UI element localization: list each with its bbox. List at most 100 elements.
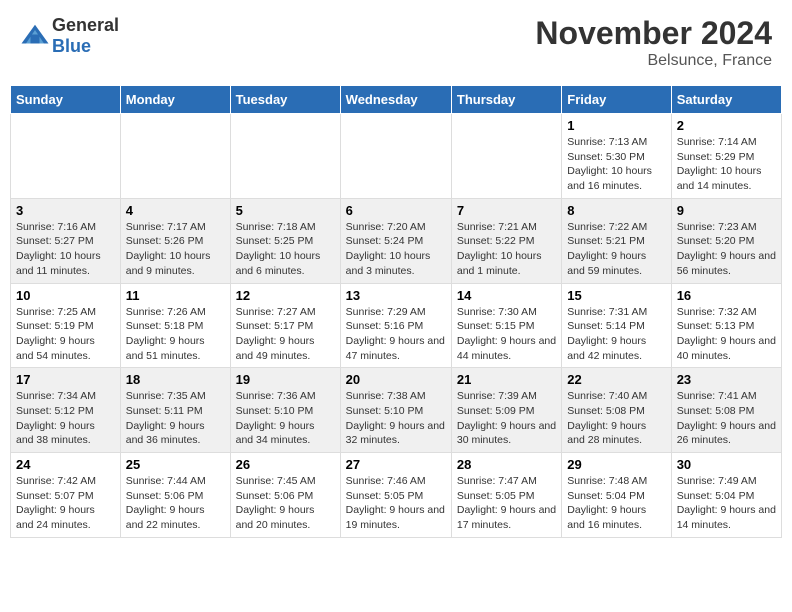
calendar-day-cell: 29Sunrise: 7:48 AM Sunset: 5:04 PM Dayli… — [562, 453, 671, 538]
day-number: 7 — [457, 203, 556, 218]
calendar-week-row: 10Sunrise: 7:25 AM Sunset: 5:19 PM Dayli… — [11, 283, 782, 368]
day-number: 25 — [126, 457, 225, 472]
day-number: 6 — [346, 203, 446, 218]
calendar-day-header: Tuesday — [230, 86, 340, 114]
day-number: 20 — [346, 372, 446, 387]
calendar-day-header: Monday — [120, 86, 230, 114]
day-info: Sunrise: 7:49 AM Sunset: 5:04 PM Dayligh… — [677, 474, 776, 533]
day-info: Sunrise: 7:46 AM Sunset: 5:05 PM Dayligh… — [346, 474, 446, 533]
calendar-day-cell: 26Sunrise: 7:45 AM Sunset: 5:06 PM Dayli… — [230, 453, 340, 538]
day-number: 13 — [346, 288, 446, 303]
calendar-day-header: Friday — [562, 86, 671, 114]
calendar-week-row: 17 Sunrise: 7:34 AM Sunset: 5:12 PM Dayli… — [11, 368, 782, 453]
day-info: Sunrise: 7:41 AM Sunset: 5:08 PM Dayligh… — [677, 389, 776, 448]
calendar-day-cell: 25Sunrise: 7:44 AM Sunset: 5:06 PM Dayli… — [120, 453, 230, 538]
day-number: 4 — [126, 203, 225, 218]
day-number: 15 — [567, 288, 665, 303]
calendar-day-cell: 10Sunrise: 7:25 AM Sunset: 5:19 PM Dayli… — [11, 283, 121, 368]
day-number: 22 — [567, 372, 665, 387]
day-info: Sunrise: 7:34 AM Sunset: 5:12 PM Dayligh… — [16, 389, 115, 448]
logo-icon — [20, 21, 50, 51]
day-number: 30 — [677, 457, 776, 472]
day-info: Sunrise: 7:45 AM Sunset: 5:06 PM Dayligh… — [236, 474, 335, 533]
calendar-day-cell: 11Sunrise: 7:26 AM Sunset: 5:18 PM Dayli… — [120, 283, 230, 368]
calendar-day-cell: 17 Sunrise: 7:34 AM Sunset: 5:12 PM Dayli… — [11, 368, 121, 453]
calendar-day-cell: 3 Sunrise: 7:16 AM Sunset: 5:27 PM Daylig… — [11, 198, 121, 283]
calendar-day-cell: 14Sunrise: 7:30 AM Sunset: 5:15 PM Dayli… — [451, 283, 561, 368]
calendar-day-header: Saturday — [671, 86, 781, 114]
day-number: 17 — [16, 372, 115, 387]
calendar-day-cell: 23 Sunrise: 7:41 AM Sunset: 5:08 PM Dayli… — [671, 368, 781, 453]
calendar-day-cell: 20 Sunrise: 7:38 AM Sunset: 5:10 PM Dayli… — [340, 368, 451, 453]
calendar-day-cell — [120, 114, 230, 199]
day-number: 27 — [346, 457, 446, 472]
logo-blue-text: Blue — [52, 36, 91, 56]
day-info: Sunrise: 7:25 AM Sunset: 5:19 PM Dayligh… — [16, 305, 115, 364]
day-number: 18 — [126, 372, 225, 387]
day-number: 1 — [567, 118, 665, 133]
day-info: Sunrise: 7:38 AM Sunset: 5:10 PM Dayligh… — [346, 389, 446, 448]
day-info: Sunrise: 7:22 AM Sunset: 5:21 PM Dayligh… — [567, 220, 665, 279]
calendar-day-cell: 7 Sunrise: 7:21 AM Sunset: 5:22 PM Daylig… — [451, 198, 561, 283]
day-number: 14 — [457, 288, 556, 303]
calendar-day-cell: 8 Sunrise: 7:22 AM Sunset: 5:21 PM Daylig… — [562, 198, 671, 283]
day-info: Sunrise: 7:39 AM Sunset: 5:09 PM Dayligh… — [457, 389, 556, 448]
day-info: Sunrise: 7:48 AM Sunset: 5:04 PM Dayligh… — [567, 474, 665, 533]
day-number: 8 — [567, 203, 665, 218]
day-number: 24 — [16, 457, 115, 472]
day-info: Sunrise: 7:27 AM Sunset: 5:17 PM Dayligh… — [236, 305, 335, 364]
calendar-day-cell: 15 Sunrise: 7:31 AM Sunset: 5:14 PM Dayli… — [562, 283, 671, 368]
day-number: 5 — [236, 203, 335, 218]
day-info: Sunrise: 7:29 AM Sunset: 5:16 PM Dayligh… — [346, 305, 446, 364]
day-number: 23 — [677, 372, 776, 387]
day-info: Sunrise: 7:23 AM Sunset: 5:20 PM Dayligh… — [677, 220, 776, 279]
calendar-day-cell: 27 Sunrise: 7:46 AM Sunset: 5:05 PM Dayli… — [340, 453, 451, 538]
calendar-day-cell: 21 Sunrise: 7:39 AM Sunset: 5:09 PM Dayli… — [451, 368, 561, 453]
day-number: 3 — [16, 203, 115, 218]
calendar-day-cell: 24 Sunrise: 7:42 AM Sunset: 5:07 PM Dayli… — [11, 453, 121, 538]
calendar-day-header: Thursday — [451, 86, 561, 114]
calendar-day-cell: 12 Sunrise: 7:27 AM Sunset: 5:17 PM Dayli… — [230, 283, 340, 368]
day-info: Sunrise: 7:42 AM Sunset: 5:07 PM Dayligh… — [16, 474, 115, 533]
calendar-day-cell: 18Sunrise: 7:35 AM Sunset: 5:11 PM Dayli… — [120, 368, 230, 453]
logo: General Blue — [20, 15, 119, 57]
page-header: General Blue November 2024 Belsunce, Fra… — [10, 10, 782, 75]
day-number: 11 — [126, 288, 225, 303]
calendar-day-cell — [451, 114, 561, 199]
calendar-week-row: 3 Sunrise: 7:16 AM Sunset: 5:27 PM Daylig… — [11, 198, 782, 283]
calendar-week-row: 24 Sunrise: 7:42 AM Sunset: 5:07 PM Dayli… — [11, 453, 782, 538]
day-info: Sunrise: 7:47 AM Sunset: 5:05 PM Dayligh… — [457, 474, 556, 533]
calendar-day-cell: 1Sunrise: 7:13 AM Sunset: 5:30 PM Daylig… — [562, 114, 671, 199]
day-info: Sunrise: 7:32 AM Sunset: 5:13 PM Dayligh… — [677, 305, 776, 364]
day-number: 28 — [457, 457, 556, 472]
calendar-table: SundayMondayTuesdayWednesdayThursdayFrid… — [10, 85, 782, 538]
day-number: 21 — [457, 372, 556, 387]
calendar-day-cell: 4Sunrise: 7:17 AM Sunset: 5:26 PM Daylig… — [120, 198, 230, 283]
month-title: November 2024 — [535, 15, 772, 52]
calendar-day-cell: 16 Sunrise: 7:32 AM Sunset: 5:13 PM Dayli… — [671, 283, 781, 368]
day-number: 16 — [677, 288, 776, 303]
calendar-day-cell: 2Sunrise: 7:14 AM Sunset: 5:29 PM Daylig… — [671, 114, 781, 199]
day-info: Sunrise: 7:18 AM Sunset: 5:25 PM Dayligh… — [236, 220, 335, 279]
calendar-day-cell — [340, 114, 451, 199]
calendar-day-header: Wednesday — [340, 86, 451, 114]
calendar-day-cell: 28 Sunrise: 7:47 AM Sunset: 5:05 PM Dayli… — [451, 453, 561, 538]
day-info: Sunrise: 7:31 AM Sunset: 5:14 PM Dayligh… — [567, 305, 665, 364]
calendar-header-row: SundayMondayTuesdayWednesdayThursdayFrid… — [11, 86, 782, 114]
title-block: November 2024 Belsunce, France — [535, 15, 772, 70]
day-number: 19 — [236, 372, 335, 387]
calendar-day-cell: 9 Sunrise: 7:23 AM Sunset: 5:20 PM Daylig… — [671, 198, 781, 283]
day-number: 2 — [677, 118, 776, 133]
day-info: Sunrise: 7:16 AM Sunset: 5:27 PM Dayligh… — [16, 220, 115, 279]
day-info: Sunrise: 7:20 AM Sunset: 5:24 PM Dayligh… — [346, 220, 446, 279]
day-info: Sunrise: 7:36 AM Sunset: 5:10 PM Dayligh… — [236, 389, 335, 448]
calendar-day-cell: 6 Sunrise: 7:20 AM Sunset: 5:24 PM Daylig… — [340, 198, 451, 283]
day-number: 9 — [677, 203, 776, 218]
calendar-week-row: 1Sunrise: 7:13 AM Sunset: 5:30 PM Daylig… — [11, 114, 782, 199]
day-info: Sunrise: 7:40 AM Sunset: 5:08 PM Dayligh… — [567, 389, 665, 448]
calendar-day-cell: 19 Sunrise: 7:36 AM Sunset: 5:10 PM Dayli… — [230, 368, 340, 453]
day-info: Sunrise: 7:21 AM Sunset: 5:22 PM Dayligh… — [457, 220, 556, 279]
calendar-day-cell: 13 Sunrise: 7:29 AM Sunset: 5:16 PM Dayli… — [340, 283, 451, 368]
calendar-day-cell — [230, 114, 340, 199]
day-number: 12 — [236, 288, 335, 303]
